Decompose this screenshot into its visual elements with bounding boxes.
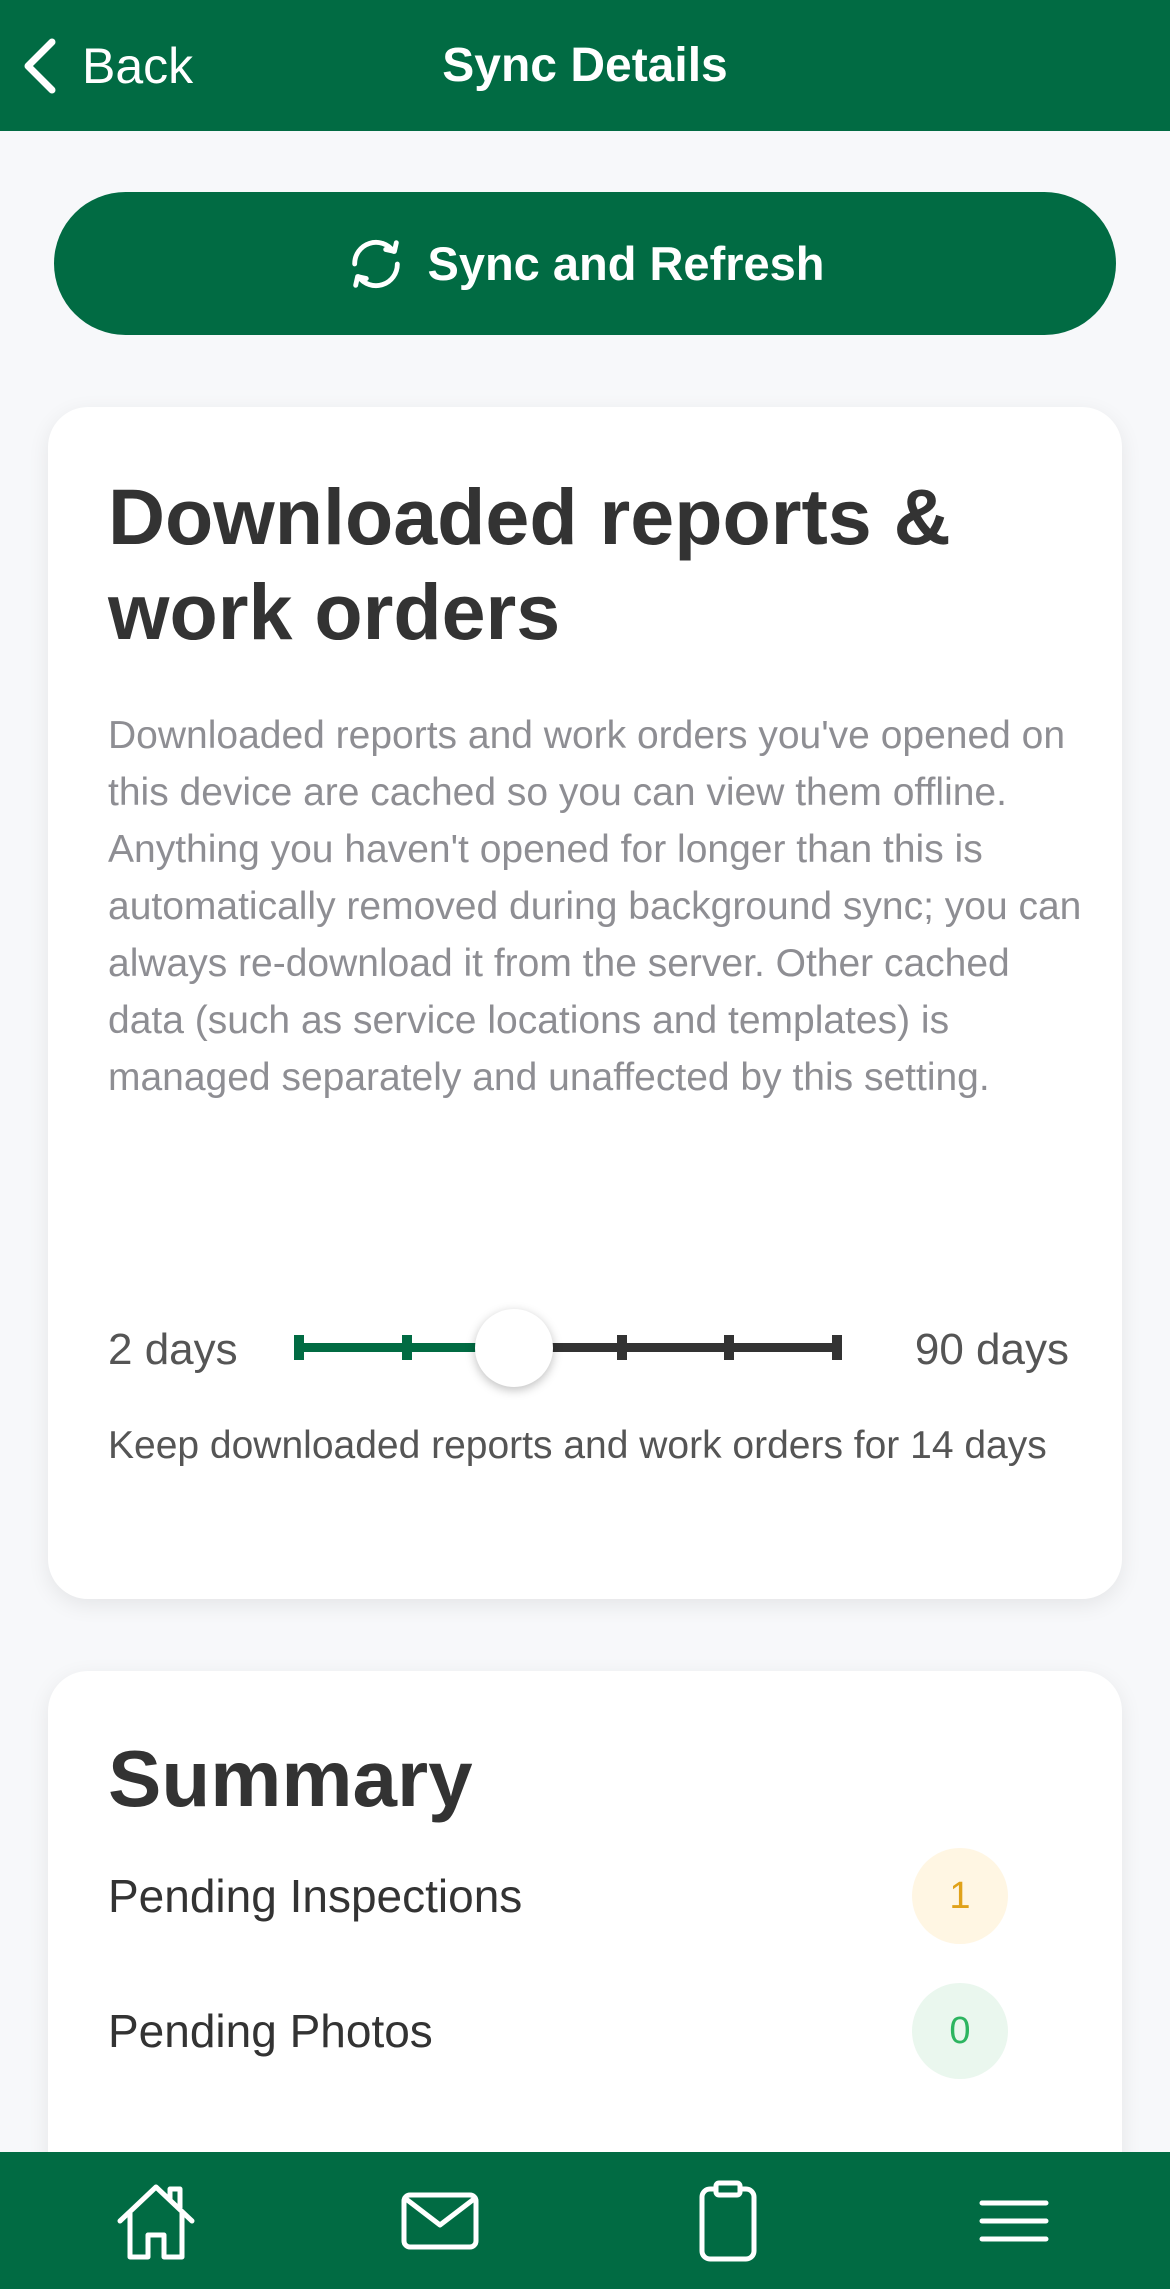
count-badge: 0 xyxy=(912,1983,1008,2079)
nav-home[interactable] xyxy=(56,2152,256,2289)
retention-caption: Keep downloaded reports and work orders … xyxy=(108,1424,1047,1467)
summary-item-label: Pending Photos xyxy=(108,2005,433,2057)
home-icon xyxy=(117,2184,195,2259)
top-bar: Back Sync Details xyxy=(0,0,1170,131)
refresh-icon xyxy=(352,239,401,288)
retention-description: Downloaded reports and work orders you'v… xyxy=(108,714,1082,1099)
count-badge: 1 xyxy=(912,1848,1008,1944)
bottom-nav xyxy=(0,2152,1170,2289)
slider-max-label: 90 days xyxy=(914,1325,1069,1374)
mail-icon xyxy=(401,2192,479,2249)
summary-item-pending-photos[interactable]: Pending Photos 0 xyxy=(108,1981,1008,2081)
retention-card: Downloaded reports & work orders Downloa… xyxy=(48,407,1122,1599)
slider-thumb[interactable] xyxy=(475,1309,554,1387)
clipboard-icon xyxy=(699,2180,757,2261)
chevron-left-icon xyxy=(24,38,56,93)
nav-menu[interactable] xyxy=(914,2152,1114,2289)
summary-item-pending-inspections[interactable]: Pending Inspections 1 xyxy=(108,1846,1008,1946)
summary-title: Summary xyxy=(108,1734,473,1823)
back-button[interactable]: Back xyxy=(22,0,193,131)
retention-slider[interactable] xyxy=(294,1303,842,1393)
slider-tick xyxy=(294,1335,304,1360)
page-title: Sync Details xyxy=(442,39,728,92)
nav-reports[interactable] xyxy=(628,2152,828,2289)
back-label: Back xyxy=(82,37,194,94)
menu-icon xyxy=(979,2200,1049,2241)
summary-item-label: Pending Inspections xyxy=(108,1870,523,1922)
slider-tick xyxy=(724,1335,735,1360)
slider-tick xyxy=(401,1335,412,1360)
retention-title: Downloaded reports & work orders xyxy=(108,472,951,656)
retention-slider-row: 2 days 90 days xyxy=(108,1303,1069,1393)
sync-button-label: Sync and Refresh xyxy=(427,237,825,290)
slider-tick xyxy=(616,1335,627,1360)
sync-and-refresh-button[interactable]: Sync and Refresh xyxy=(54,192,1116,335)
sync-details-screen: Back Sync Details Sync and Refresh Downl… xyxy=(0,0,1170,2289)
slider-min-label: 2 days xyxy=(108,1325,238,1374)
slider-tick xyxy=(832,1335,842,1360)
nav-messages[interactable] xyxy=(340,2152,540,2289)
